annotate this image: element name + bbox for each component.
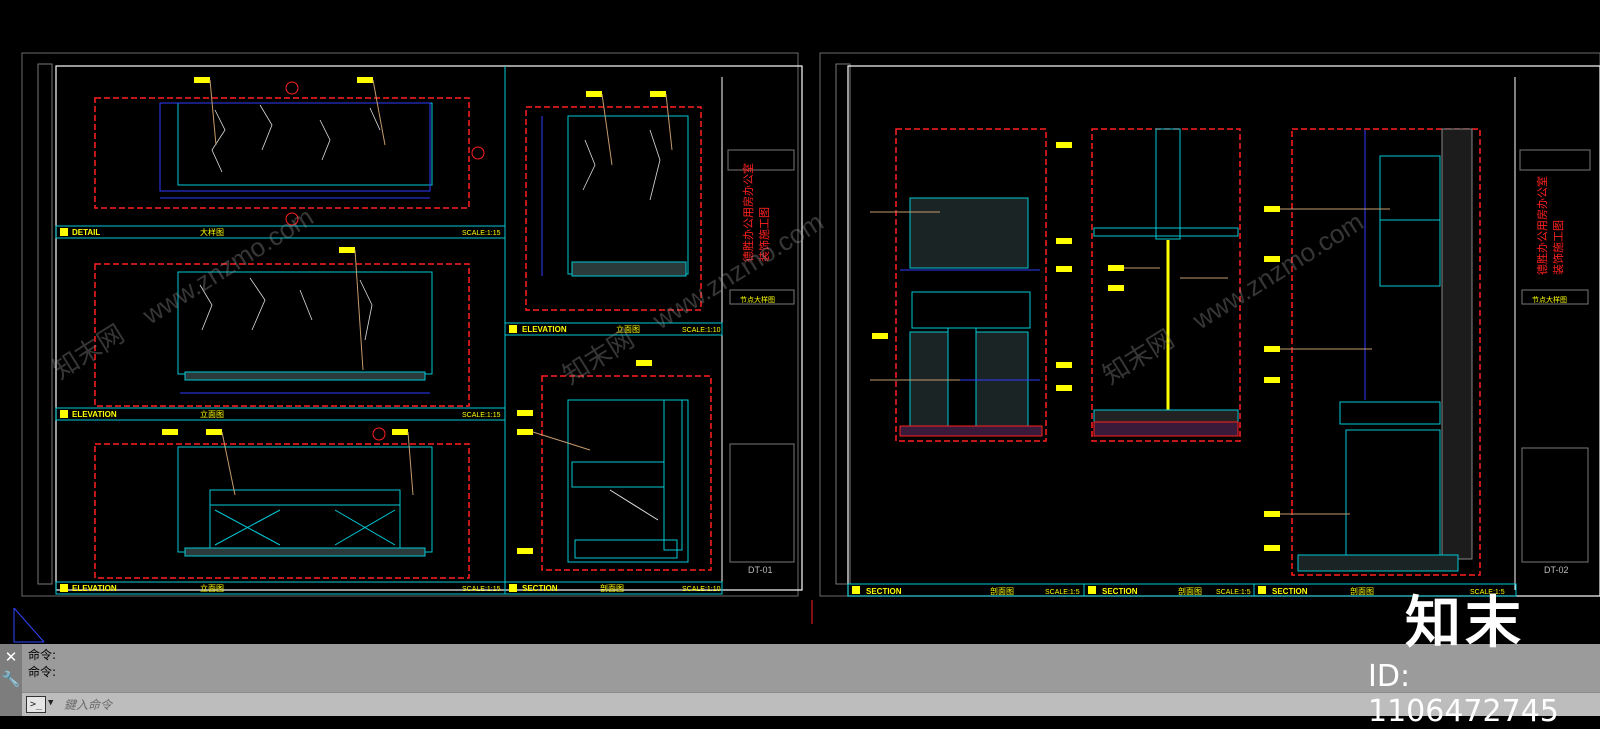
watermark-site-1: www.znzmo.com bbox=[136, 201, 318, 330]
command-history-line: 命令: bbox=[28, 665, 57, 679]
tb2-number: DT-02 bbox=[1544, 565, 1569, 575]
view-title-2: 立面图 bbox=[200, 409, 224, 419]
view-tag-1: DETAIL bbox=[72, 228, 100, 237]
command-line-panel: ✕ 🔧 命令: 命令: >_ ▼ bbox=[0, 644, 1600, 716]
s2-view-scale-1: SCALE:1:5 bbox=[1045, 589, 1080, 596]
drawing-canvas[interactable]: DETAIL 大样图 SCALE:1:15 ELEVATION 立面图 SCAL… bbox=[0, 0, 1600, 644]
s2-view-title-3: 剖面图 bbox=[1350, 586, 1374, 596]
s2-view-title-2: 剖面图 bbox=[1178, 586, 1202, 596]
watermark-id: ID: 1106472745 bbox=[1368, 659, 1559, 729]
view-title-1: 大样图 bbox=[200, 227, 224, 237]
view-scale-2: SCALE:1:15 bbox=[462, 412, 501, 419]
s2-view-tag-3: SECTION bbox=[1272, 587, 1308, 596]
tb2-type: 装饰施工图 bbox=[1551, 220, 1565, 275]
watermark-cn-1: 知末网 bbox=[47, 318, 129, 385]
command-prompt-button[interactable]: >_ ▼ bbox=[26, 696, 60, 713]
tb1-number: DT-01 bbox=[748, 565, 773, 575]
view-tag-4: ELEVATION bbox=[522, 325, 567, 334]
command-input[interactable] bbox=[64, 695, 1264, 714]
wrench-icon[interactable]: 🔧 bbox=[0, 668, 22, 690]
s2-view-scale-2: SCALE:1:5 bbox=[1216, 589, 1251, 596]
tb1-drawing: 节点大样图 bbox=[740, 295, 775, 304]
view-title-3: 立面图 bbox=[200, 583, 224, 593]
view-tag-5: SECTION bbox=[522, 584, 558, 593]
terminal-icon: >_ bbox=[26, 696, 46, 713]
view-tag-3: ELEVATION bbox=[72, 584, 117, 593]
tb2-drawing: 节点大样图 bbox=[1532, 295, 1567, 304]
s2-view-tag-2: SECTION bbox=[1102, 587, 1138, 596]
command-input-row: >_ ▼ bbox=[22, 692, 1600, 716]
watermark-site-3: www.znzmo.com bbox=[1186, 206, 1368, 335]
watermark-cn-2: 知末网 bbox=[557, 323, 639, 390]
s2-view-tag-1: SECTION bbox=[866, 587, 902, 596]
watermark-brand: 知末 bbox=[1405, 591, 1525, 656]
view-title-5: 剖面图 bbox=[600, 583, 624, 593]
command-history-line: 命令: bbox=[28, 648, 57, 662]
view-tag-2: ELEVATION bbox=[72, 410, 117, 419]
tb2-project: 德胜办公用房办公室 bbox=[1535, 176, 1549, 275]
view-scale-5: SCALE:1:10 bbox=[682, 586, 721, 593]
command-line-sidebar: ✕ 🔧 bbox=[0, 644, 22, 716]
view-scale-1: SCALE:1:15 bbox=[462, 230, 501, 237]
ucs-icon bbox=[13, 607, 45, 643]
view-scale-4: SCALE:1:10 bbox=[682, 327, 721, 334]
close-icon[interactable]: ✕ bbox=[0, 646, 22, 668]
view-scale-3: SCALE:1:15 bbox=[462, 586, 501, 593]
chevron-down-icon: ▼ bbox=[48, 698, 54, 708]
site-watermarks: 知末网 www.znzmo.com 知末网 www.znzmo.com 知末网 … bbox=[47, 201, 1368, 390]
s2-view-title-1: 剖面图 bbox=[990, 586, 1014, 596]
sheet-dt-01 bbox=[21, 52, 803, 597]
